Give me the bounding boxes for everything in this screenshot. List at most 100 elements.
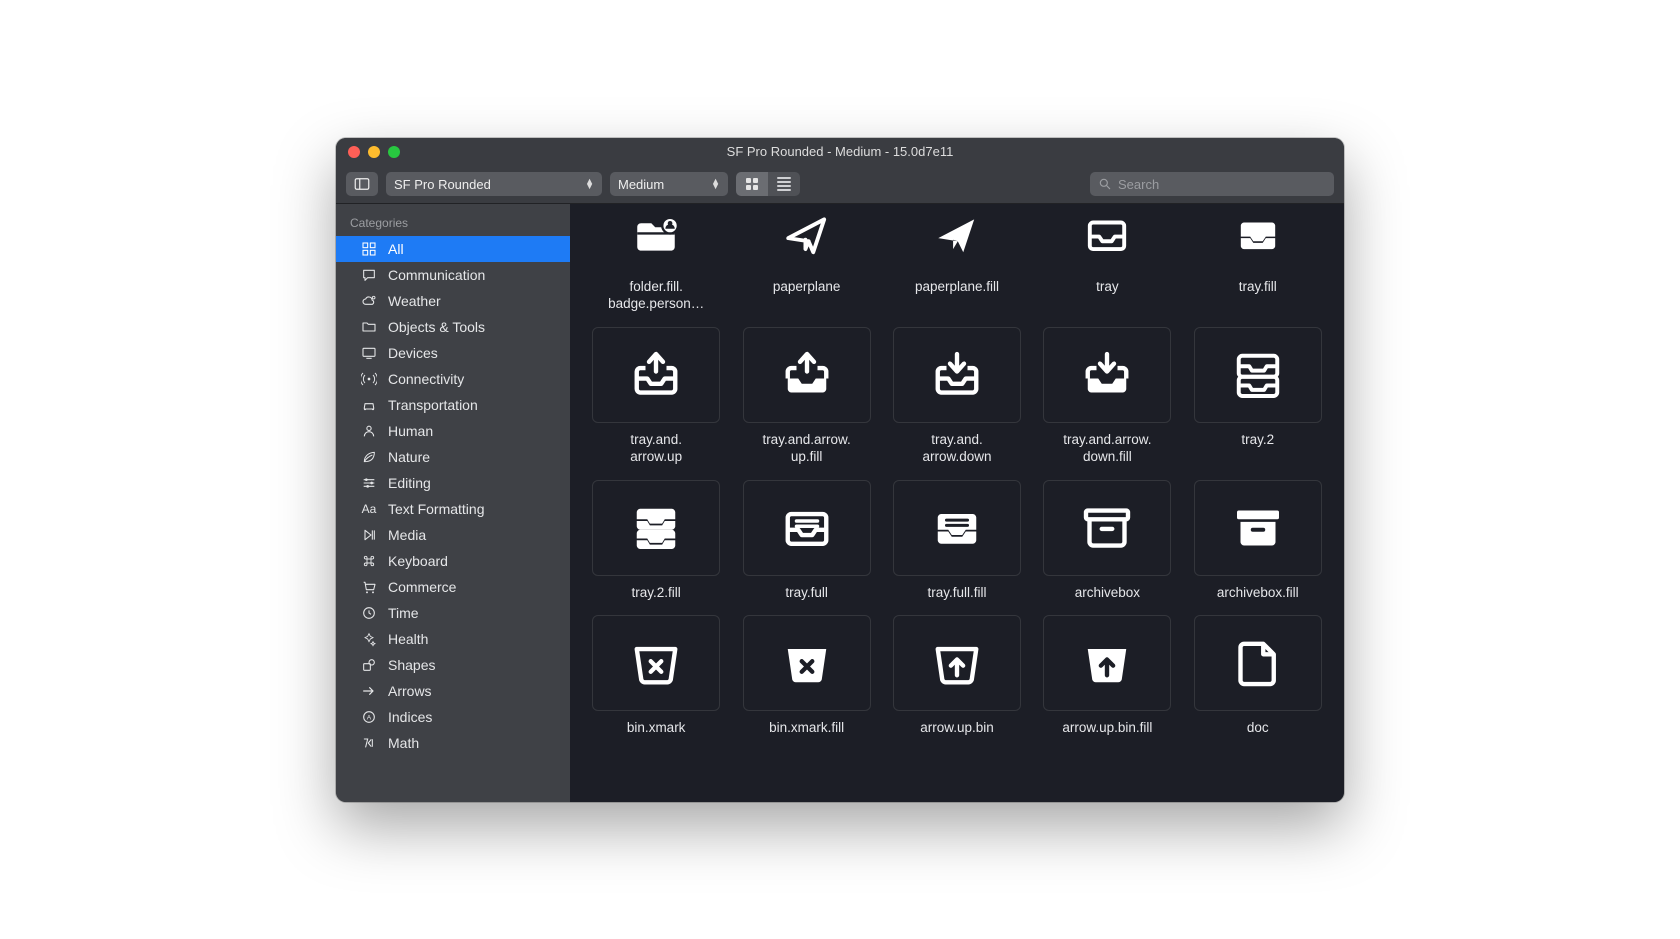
symbol-swatch (592, 615, 720, 711)
archivebox_fill-icon (1230, 500, 1286, 556)
sidebar-item-text-formatting[interactable]: AaText Formatting (336, 496, 570, 522)
sidebar-item-label: Keyboard (388, 553, 448, 569)
paperplane_fill-icon (929, 210, 985, 260)
symbol-swatch (1043, 480, 1171, 576)
search-input[interactable] (1118, 177, 1326, 192)
symbol-cell[interactable]: bin.xmark.fill (738, 615, 874, 737)
symbol-cell[interactable]: archivebox.fill (1190, 480, 1326, 602)
tray_arrow_up-icon (628, 347, 684, 403)
sidebar-item-all[interactable]: All (336, 236, 570, 262)
cart-icon (360, 579, 378, 595)
sidebar-item-label: Math (388, 735, 419, 751)
sidebar-item-label: Human (388, 423, 433, 439)
symbol-swatch (743, 210, 871, 270)
sidebar-item-arrows[interactable]: Arrows (336, 678, 570, 704)
folder_fill_badge-icon (628, 210, 684, 260)
sidebar-header: Categories (336, 210, 570, 236)
sidebar-item-transportation[interactable]: Transportation (336, 392, 570, 418)
chevron-updown-icon: ▲▼ (585, 179, 594, 189)
symbol-cell[interactable]: tray.and.arrow.up.fill (738, 327, 874, 466)
play-icon (360, 527, 378, 543)
font-select[interactable]: SF Pro Rounded ▲▼ (386, 172, 602, 196)
sidebar-item-health[interactable]: Health (336, 626, 570, 652)
antenna-icon (360, 371, 378, 387)
arrow-icon (360, 683, 378, 699)
sidebar-item-label: Arrows (388, 683, 432, 699)
weight-select-value: Medium (618, 177, 664, 192)
sidebar-item-devices[interactable]: Devices (336, 340, 570, 366)
sidebar-item-label: Indices (388, 709, 432, 725)
body: Categories All Communication Weather Object… (336, 204, 1344, 802)
car-icon (360, 397, 378, 413)
sidebar-item-label: Communication (388, 267, 485, 283)
symbol-cell[interactable]: arrow.up.bin (889, 615, 1025, 737)
zoom-button[interactable] (388, 146, 400, 158)
weight-select[interactable]: Medium ▲▼ (610, 172, 728, 196)
list-view-button[interactable] (768, 172, 800, 196)
arrow_up_bin-icon (929, 635, 985, 691)
symbol-cell[interactable]: tray.fill (1190, 210, 1326, 313)
symbol-cell[interactable]: tray.full (738, 480, 874, 602)
sidebar-item-commerce[interactable]: Commerce (336, 574, 570, 600)
sidebar-item-communication[interactable]: Communication (336, 262, 570, 288)
sidebar-item-keyboard[interactable]: Keyboard (336, 548, 570, 574)
chevron-updown-icon: ▲▼ (711, 179, 720, 189)
symbol-cell[interactable]: tray.2.fill (588, 480, 724, 602)
symbol-cell[interactable]: paperplane (738, 210, 874, 313)
symbol-cell[interactable]: tray.full.fill (889, 480, 1025, 602)
tray_arrow_down-icon (929, 347, 985, 403)
grid-view-button[interactable] (736, 172, 768, 196)
symbol-cell[interactable]: doc (1190, 615, 1326, 737)
symbol-label: archivebox (1042, 584, 1172, 602)
symbol-label: bin.xmark.fill (742, 719, 872, 737)
symbol-label: tray.2.fill (591, 584, 721, 602)
symbol-cell[interactable]: archivebox (1039, 480, 1175, 602)
sidebar-item-weather[interactable]: Weather (336, 288, 570, 314)
sidebar-item-math[interactable]: Math (336, 730, 570, 756)
sidebar-item-label: Weather (388, 293, 441, 309)
tray_arrow_up_fill-icon (779, 347, 835, 403)
sidebar-toggle-button[interactable] (346, 172, 378, 196)
symbol-swatch (1194, 615, 1322, 711)
app-window: SF Pro Rounded - Medium - 15.0d7e11 SF P… (336, 138, 1344, 802)
sidebar-item-media[interactable]: Media (336, 522, 570, 548)
sidebar-item-nature[interactable]: Nature (336, 444, 570, 470)
folder-icon (360, 319, 378, 335)
sidebar-item-editing[interactable]: Editing (336, 470, 570, 496)
grid-icon (746, 178, 758, 190)
traffic-lights (336, 146, 400, 158)
sidebar-item-connectivity[interactable]: Connectivity (336, 366, 570, 392)
doc-icon (1230, 635, 1286, 691)
symbol-cell[interactable]: tray (1039, 210, 1175, 313)
sidebar-item-indices[interactable]: Indices (336, 704, 570, 730)
symbol-swatch (893, 480, 1021, 576)
sidebar-item-objects-tools[interactable]: Objects & Tools (336, 314, 570, 340)
arrow_up_bin_fill-icon (1079, 635, 1135, 691)
symbol-cell[interactable]: tray.and.arrow.up (588, 327, 724, 466)
symbol-label: arrow.up.bin.fill (1042, 719, 1172, 737)
symbol-cell[interactable]: bin.xmark (588, 615, 724, 737)
clock-icon (360, 605, 378, 621)
grid-icon (360, 241, 378, 257)
symbol-cell[interactable]: tray.2 (1190, 327, 1326, 466)
symbol-label: arrow.up.bin (892, 719, 1022, 737)
symbol-cell[interactable]: paperplane.fill (889, 210, 1025, 313)
sidebar-item-shapes[interactable]: Shapes (336, 652, 570, 678)
symbol-swatch (743, 327, 871, 423)
symbol-cell[interactable]: arrow.up.bin.fill (1039, 615, 1175, 737)
close-button[interactable] (348, 146, 360, 158)
sidebar-item-human[interactable]: Human (336, 418, 570, 444)
sidebar-item-time[interactable]: Time (336, 600, 570, 626)
symbol-swatch (1194, 210, 1322, 270)
content[interactable]: folder.fill.badge.person…paperplanepaper… (570, 204, 1344, 802)
titlebar[interactable]: SF Pro Rounded - Medium - 15.0d7e11 (336, 138, 1344, 166)
slider-icon (360, 475, 378, 491)
minimize-button[interactable] (368, 146, 380, 158)
symbol-cell[interactable]: tray.and.arrow.down (889, 327, 1025, 466)
sidebar-icon (353, 175, 371, 193)
sidebar-item-label: Commerce (388, 579, 456, 595)
symbol-cell[interactable]: folder.fill.badge.person… (588, 210, 724, 313)
symbol-cell[interactable]: tray.and.arrow.down.fill (1039, 327, 1175, 466)
search-field[interactable] (1090, 172, 1334, 196)
symbol-swatch (743, 615, 871, 711)
